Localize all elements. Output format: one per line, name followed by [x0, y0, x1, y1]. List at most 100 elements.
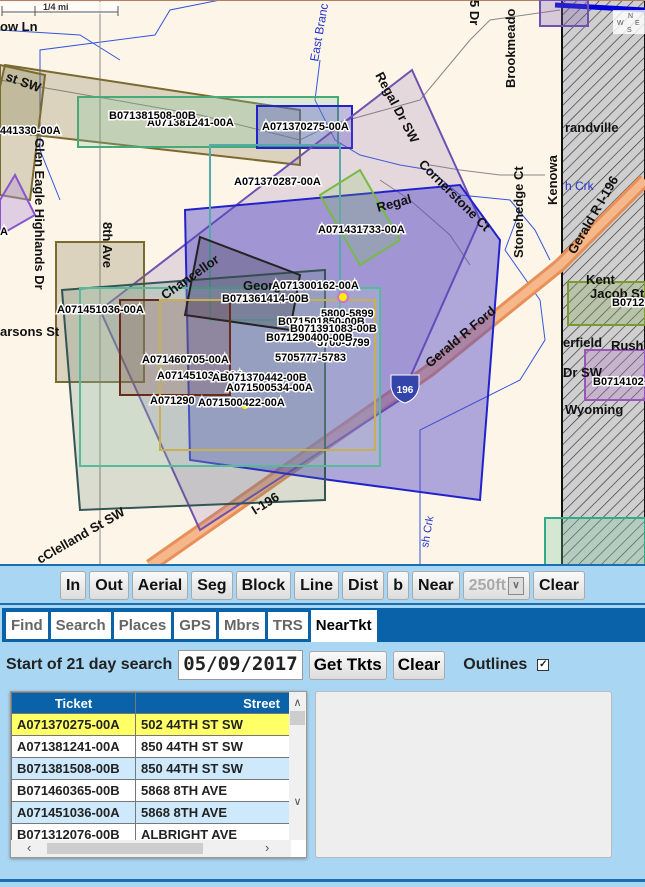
search-row: Start of 21 day search 05/09/2017 Get Tk…: [6, 650, 550, 680]
ticket-polygon[interactable]: [539, 0, 589, 27]
outlines-checkbox[interactable]: ✓: [537, 659, 550, 671]
tab-gps[interactable]: GPS: [174, 612, 216, 639]
tab-places[interactable]: Places: [113, 612, 172, 639]
street-cell: 850 44TH ST SW: [135, 757, 291, 780]
ticket-cell: B071381508-00B: [11, 757, 136, 780]
column-header-ticket[interactable]: Ticket: [11, 692, 136, 714]
map-toolbar: In Out Aerial Seg Block Line Dist b Near…: [0, 571, 645, 600]
tab-neartkt[interactable]: NearTkt: [310, 610, 377, 642]
svg-text:N: N: [628, 13, 633, 20]
ticket-label[interactable]: A071451036-00A: [56, 303, 146, 318]
scroll-right-icon[interactable]: ›: [265, 840, 269, 855]
zoom-in-button[interactable]: In: [59, 571, 87, 600]
compass-icon: N W E S: [613, 10, 645, 34]
divider: [0, 603, 645, 605]
svg-text:196: 196: [397, 385, 414, 396]
get-tickets-button[interactable]: Get Tkts: [308, 650, 387, 680]
stream-label: sh Crk: [419, 515, 436, 549]
b-button[interactable]: b: [387, 571, 410, 600]
distance-select[interactable]: 250ft ∨: [462, 571, 530, 600]
tab-mbrs[interactable]: Mbrs: [218, 612, 265, 639]
street-label: Stonehedge Ct: [511, 166, 526, 258]
horizontal-scrollbar[interactable]: ‹ ›: [11, 840, 291, 857]
ticket-label[interactable]: B071381508-00B: [108, 109, 198, 124]
ticket-cell: A071451036-00A: [11, 801, 136, 824]
scale-bar: 1/4 mi: [0, 2, 120, 16]
aerial-button[interactable]: Aerial: [131, 571, 189, 600]
distance-select-value: 250ft: [468, 576, 506, 594]
ticket-label[interactable]: A071300162-00A: [271, 279, 361, 294]
svg-text:E: E: [635, 20, 640, 27]
table-row[interactable]: A071451036-00A 5868 8TH AVE: [11, 801, 291, 824]
ticket-table-panel: Ticket Street A071370275-00A 502 44TH ST …: [10, 691, 307, 858]
ticket-label[interactable]: AB071370442-00B: [211, 371, 309, 386]
table-row[interactable]: A071381241-00A 850 44TH ST SW: [11, 735, 291, 758]
street-label: Kent: [586, 272, 616, 287]
column-header-street[interactable]: Street: [135, 692, 291, 714]
seg-button[interactable]: Seg: [191, 571, 233, 600]
zoom-out-button[interactable]: Out: [89, 571, 129, 600]
ticket-label[interactable]: A071290: [149, 394, 197, 409]
street-cell: 502 44TH ST SW: [135, 713, 291, 736]
divider: [0, 879, 645, 882]
block-button[interactable]: Block: [235, 571, 292, 600]
clear-search-button[interactable]: Clear: [392, 650, 446, 680]
street-label: 5 Dr: [467, 0, 482, 25]
scroll-up-icon[interactable]: ∧: [289, 696, 306, 709]
outlines-label: Outlines: [463, 656, 528, 673]
ticket-detail-panel: [315, 691, 612, 858]
street-label: ow Ln: [0, 19, 38, 34]
ticket-label[interactable]: B0712: [611, 296, 645, 311]
scroll-down-icon[interactable]: ∨: [289, 795, 306, 808]
ticket-label[interactable]: 5705777-5783: [274, 351, 348, 366]
map-canvas[interactable]: 196 ow Ln st SW Glen Eagle Highlands Dr …: [0, 0, 645, 566]
stream-label: East Branc: [307, 2, 331, 62]
ticket-label[interactable]: A071500422-00A: [197, 396, 287, 411]
ticket-cell: A071381241-00A: [11, 735, 136, 758]
ticket-label[interactable]: A071370287-00A: [233, 175, 323, 190]
map-view[interactable]: 196 ow Ln st SW Glen Eagle Highlands Dr …: [0, 0, 645, 566]
stream-label: h Crk: [565, 179, 595, 193]
search-start-label: Start of 21 day search: [6, 656, 173, 673]
street-label: 8th Ave: [100, 222, 115, 268]
street-label: cClelland St SW: [34, 504, 128, 566]
ticket-label[interactable]: A071370275-00A: [261, 120, 351, 135]
tab-search[interactable]: Search: [50, 612, 111, 639]
street-cell: 850 44TH ST SW: [135, 735, 291, 758]
scroll-thumb[interactable]: [47, 843, 203, 854]
vertical-scrollbar[interactable]: ∧ ∨: [289, 692, 306, 840]
scroll-left-icon[interactable]: ‹: [27, 840, 31, 855]
tab-trs[interactable]: TRS: [267, 612, 308, 639]
ticket-label[interactable]: B071361414-00B: [221, 292, 311, 307]
ticket-label[interactable]: B0714102: [592, 375, 645, 390]
street-cell: 5868 8TH AVE: [135, 801, 291, 824]
street-label: randville: [565, 120, 618, 135]
ticket-label[interactable]: A071460705-00A: [141, 353, 231, 368]
ticket-label[interactable]: A071431733-00A: [317, 223, 407, 238]
street-label: Brookmeado: [503, 8, 518, 88]
street-label: erfield: [563, 335, 602, 350]
ticket-label[interactable]: B071290400-00B: [265, 331, 355, 346]
clear-map-button[interactable]: Clear: [532, 571, 586, 600]
ticket-table: Ticket Street A071370275-00A 502 44TH ST …: [11, 692, 291, 846]
tab-find[interactable]: Find: [6, 612, 48, 639]
street-label: Kenowa: [545, 154, 560, 205]
start-date-input[interactable]: 05/09/2017: [178, 650, 303, 680]
svg-text:1/4 mi: 1/4 mi: [43, 2, 69, 12]
ticket-marker[interactable]: [337, 291, 349, 303]
ticket-polygon[interactable]: [544, 517, 645, 566]
dist-button[interactable]: Dist: [342, 571, 385, 600]
ticket-cell: B071460365-00B: [11, 779, 136, 802]
line-button[interactable]: Line: [294, 571, 340, 600]
street-label: arsons St: [0, 324, 60, 339]
scroll-thumb[interactable]: [290, 711, 305, 725]
table-row[interactable]: B071460365-00B 5868 8TH AVE: [11, 779, 291, 802]
street-cell: 5868 8TH AVE: [135, 779, 291, 802]
ticket-label[interactable]: 441330-00A: [0, 124, 62, 139]
svg-text:W: W: [617, 20, 624, 27]
near-button[interactable]: Near: [412, 571, 460, 600]
ticket-label[interactable]: A: [0, 225, 10, 240]
table-row[interactable]: A071370275-00A 502 44TH ST SW: [11, 713, 291, 736]
table-row[interactable]: B071381508-00B 850 44TH ST SW: [11, 757, 291, 780]
ticket-cell: A071370275-00A: [11, 713, 136, 736]
